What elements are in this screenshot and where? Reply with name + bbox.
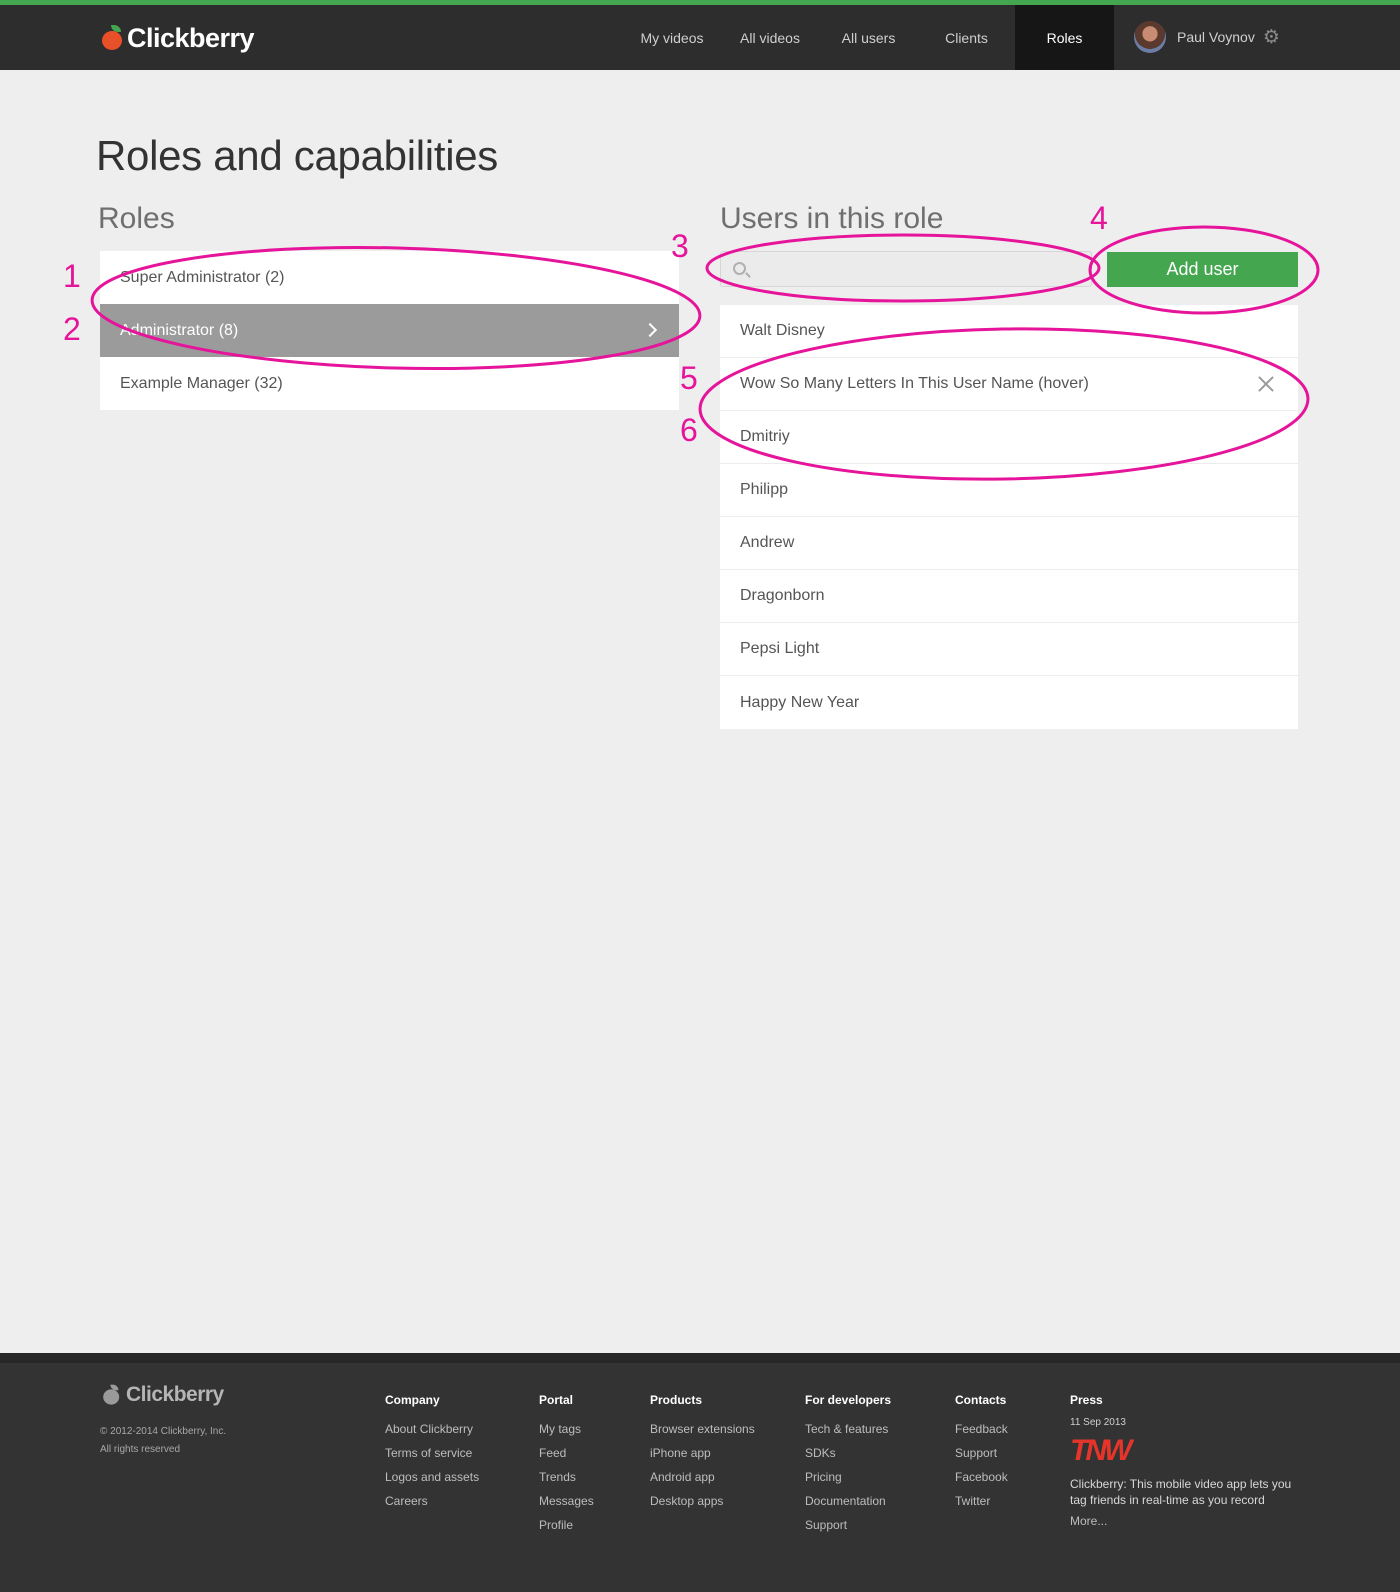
roles-list: Super Administrator (2) Administrator (8… — [100, 251, 679, 410]
footer-link[interactable]: Android app — [650, 1465, 755, 1489]
footer-column-company: Company About Clickberry Terms of servic… — [385, 1393, 479, 1513]
search-input[interactable] — [753, 252, 1083, 286]
footer-column-heading: For developers — [805, 1393, 892, 1407]
user-row-name: Philipp — [740, 481, 789, 498]
footer-divider — [0, 1353, 1400, 1363]
footer-column-heading: Company — [385, 1393, 440, 1407]
role-label: Super Administrator (2) — [120, 268, 285, 286]
footer-link[interactable]: Tech & features — [805, 1417, 891, 1441]
footer-column-heading: Contacts — [955, 1393, 1007, 1407]
page-title: Roles and capabilities — [96, 132, 498, 179]
user-row[interactable]: Pepsi Light — [720, 623, 1298, 676]
footer-link[interactable]: Logos and assets — [385, 1465, 479, 1489]
press-more-link[interactable]: More... — [1070, 1514, 1302, 1528]
users-heading: Users in this role — [720, 202, 944, 235]
berry-logo-icon — [101, 25, 125, 51]
role-item-super-administrator[interactable]: Super Administrator (2) — [100, 251, 679, 304]
footer-link[interactable]: Feed — [539, 1441, 594, 1465]
role-item-example-manager[interactable]: Example Manager (32) — [100, 357, 679, 410]
copyright-line: © 2012-2014 Clickberry, Inc. — [100, 1426, 227, 1437]
footer-link[interactable]: Messages — [539, 1489, 594, 1513]
user-row-name: Walt Disney — [740, 322, 825, 339]
footer-column-heading: Products — [650, 1393, 703, 1407]
user-menu[interactable]: Paul Voynov ⚙ — [1134, 19, 1280, 55]
chevron-right-icon — [642, 322, 658, 338]
nav-my-videos[interactable]: My videos — [623, 5, 721, 70]
press-date: 11 Sep 2013 — [1070, 1417, 1126, 1428]
annotation-number: 4 — [1090, 200, 1108, 236]
user-row-hover[interactable]: Wow So Many Letters In This User Name (h… — [720, 358, 1298, 411]
roles-heading: Roles — [98, 202, 175, 235]
annotation-number: 3 — [671, 228, 689, 264]
footer-copyright: © 2012-2014 Clickberry, Inc. All rights … — [100, 1423, 226, 1459]
footer-logo[interactable]: Clickberry — [100, 1382, 224, 1408]
footer-link[interactable]: Careers — [385, 1489, 479, 1513]
footer-column-products: Products Browser extensions iPhone app A… — [650, 1393, 755, 1513]
tnw-logo[interactable]: TNW — [1070, 1436, 1302, 1466]
footer-column-portal: Portal My tags Feed Trends Messages Prof… — [539, 1393, 594, 1537]
footer-column-heading: Press — [1070, 1393, 1103, 1407]
footer-link[interactable]: Twitter — [955, 1489, 1008, 1513]
user-search-field[interactable] — [720, 251, 1092, 287]
footer-link[interactable]: Browser extensions — [650, 1417, 755, 1441]
footer-column-heading: Portal — [539, 1393, 574, 1407]
user-row-name: Dmitriy — [740, 428, 790, 445]
footer-link[interactable]: Feedback — [955, 1417, 1008, 1441]
user-row-name: Andrew — [740, 534, 795, 551]
footer-link[interactable]: About Clickberry — [385, 1417, 479, 1441]
footer-link[interactable]: Support — [805, 1513, 891, 1537]
user-row-name: Happy New Year — [740, 693, 860, 711]
user-row[interactable]: Happy New Year — [720, 676, 1298, 729]
annotation-number: 6 — [680, 412, 698, 448]
annotation-number: 5 — [680, 360, 698, 396]
footer-link[interactable]: Desktop apps — [650, 1489, 755, 1513]
footer-link[interactable]: Facebook — [955, 1465, 1008, 1489]
annotation-number: 1 — [63, 258, 81, 294]
close-icon[interactable] — [1256, 374, 1276, 394]
user-row[interactable]: Andrew — [720, 517, 1298, 570]
user-row-name: Pepsi Light — [740, 640, 820, 657]
rights-line: All rights reserved — [100, 1444, 181, 1455]
footer-link[interactable]: Trends — [539, 1465, 594, 1489]
footer-link[interactable]: Terms of service — [385, 1441, 479, 1465]
nav-all-videos[interactable]: All videos — [721, 5, 819, 70]
nav-all-users[interactable]: All users — [819, 5, 918, 70]
top-navigation-bar: Clickberry My videos All videos All user… — [0, 5, 1400, 70]
user-row-name: Dragonborn — [740, 587, 825, 604]
press-article-text[interactable]: Clickberry: This mobile video app lets y… — [1070, 1476, 1302, 1508]
user-row-name: Wow So Many Letters In This User Name (h… — [740, 375, 1089, 392]
users-list: Walt Disney Wow So Many Letters In This … — [720, 305, 1298, 729]
add-user-button[interactable]: Add user — [1107, 252, 1298, 287]
footer-link[interactable]: iPhone app — [650, 1441, 755, 1465]
role-label: Administrator (8) — [120, 321, 239, 339]
user-row[interactable]: Philipp — [720, 464, 1298, 517]
footer-link[interactable]: Pricing — [805, 1465, 891, 1489]
logo-text: Clickberry — [127, 22, 255, 53]
footer-link[interactable]: SDKs — [805, 1441, 891, 1465]
nav-roles[interactable]: Roles — [1015, 5, 1114, 70]
nav-clients[interactable]: Clients — [918, 5, 1015, 70]
search-icon — [733, 262, 746, 275]
annotation-number: 2 — [63, 311, 81, 347]
footer: Clickberry © 2012-2014 Clickberry, Inc. … — [0, 1363, 1400, 1592]
footer-column-contacts: Contacts Feedback Support Facebook Twitt… — [955, 1393, 1008, 1513]
footer-column-developers: For developers Tech & features SDKs Pric… — [805, 1393, 891, 1537]
berry-logo-icon — [102, 1384, 121, 1406]
gear-icon[interactable]: ⚙ — [1263, 28, 1280, 47]
role-item-administrator[interactable]: Administrator (8) — [100, 304, 679, 357]
role-label: Example Manager (32) — [120, 374, 283, 392]
user-row[interactable]: Walt Disney — [720, 305, 1298, 358]
footer-column-press: Press 11 Sep 2013 TNW Clickberry: This m… — [1070, 1393, 1302, 1528]
user-name: Paul Voynov — [1177, 29, 1255, 45]
footer-link[interactable]: Documentation — [805, 1489, 891, 1513]
footer-link[interactable]: Profile — [539, 1513, 594, 1537]
avatar — [1134, 21, 1166, 53]
footer-link[interactable]: My tags — [539, 1417, 594, 1441]
user-row[interactable]: Dragonborn — [720, 570, 1298, 623]
footer-link[interactable]: Support — [955, 1441, 1008, 1465]
footer-logo-text: Clickberry — [126, 1383, 224, 1406]
user-row[interactable]: Dmitriy — [720, 411, 1298, 464]
clickberry-logo[interactable]: Clickberry — [101, 18, 255, 58]
